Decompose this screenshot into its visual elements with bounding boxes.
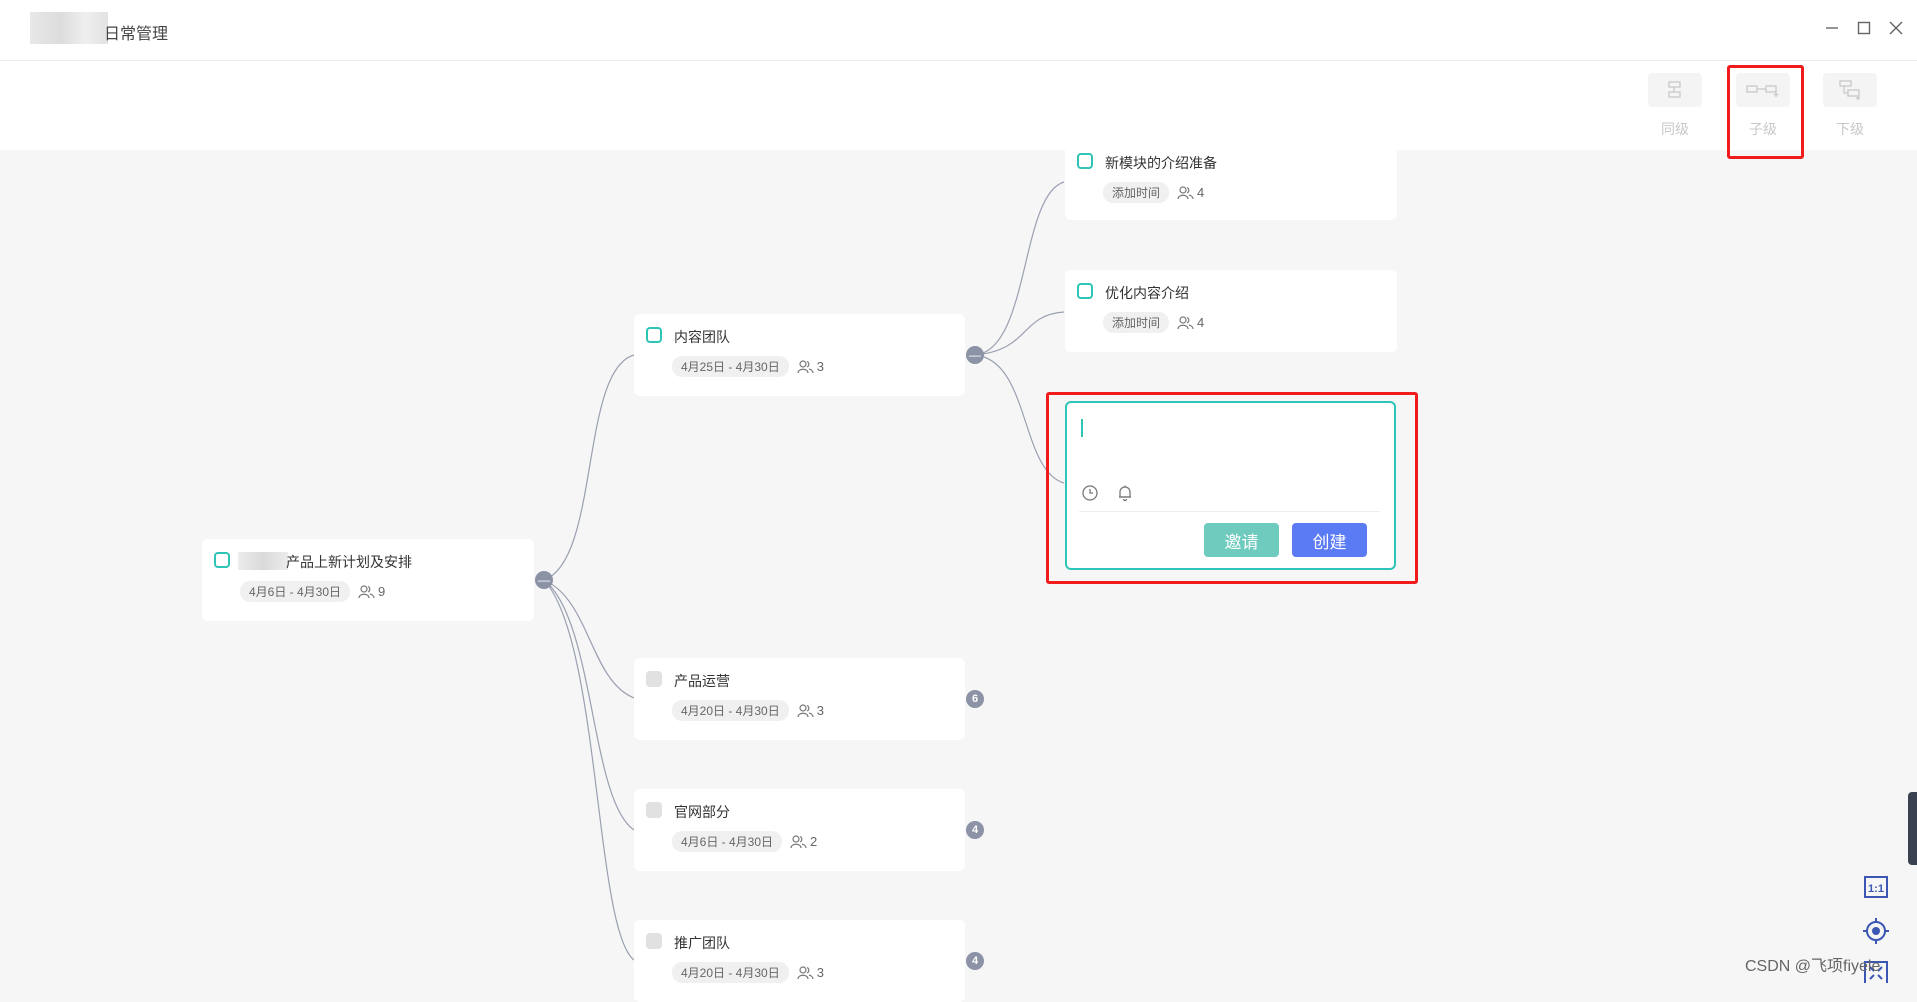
root-node[interactable]: 产品上新计划及安排 4月6日 - 4月30日 9 (202, 539, 534, 621)
children-count-badge[interactable]: 6 (966, 690, 984, 708)
svg-text:1:1: 1:1 (1868, 883, 1884, 895)
branch-meta: 4月20日 - 4月30日 3 (672, 700, 824, 721)
branch-checkbox[interactable] (646, 671, 662, 687)
date-range[interactable]: 4月20日 - 4月30日 (672, 700, 789, 721)
children-count-badge[interactable]: 4 (966, 821, 984, 839)
root-meta: 4月6日 - 4月30日 9 (240, 581, 385, 602)
members-count[interactable]: 2 (790, 834, 817, 849)
editor-divider (1079, 511, 1380, 512)
clock-icon[interactable] (1081, 484, 1099, 507)
members-count[interactable]: 4 (1177, 315, 1204, 330)
people-icon (797, 359, 814, 373)
branch-node-product-ops[interactable]: 产品运营 4月20日 - 4月30日 3 (634, 658, 965, 740)
side-panel-handle[interactable] (1908, 792, 1917, 865)
branch-checkbox[interactable] (646, 802, 662, 818)
branch-title: 产品运营 (674, 673, 730, 689)
root-checkbox[interactable] (214, 552, 230, 568)
members-count[interactable]: 4 (1177, 185, 1204, 200)
members-count[interactable]: 3 (797, 965, 824, 980)
branch-title: 官网部分 (674, 804, 730, 820)
people-icon (358, 584, 375, 598)
date-range[interactable]: 4月25日 - 4月30日 (672, 356, 789, 377)
fit-ratio-icon[interactable]: 1:1 (1862, 873, 1890, 901)
subtask-node-new-module[interactable]: 新模块的介绍准备 添加时间 4 (1065, 140, 1397, 220)
subtask-node-optimize[interactable]: 优化内容介绍 添加时间 4 (1065, 270, 1397, 352)
add-time-button[interactable]: 添加时间 (1103, 312, 1170, 333)
people-icon (797, 965, 814, 979)
subtask-meta: 添加时间 4 (1103, 312, 1204, 333)
date-range[interactable]: 4月6日 - 4月30日 (672, 831, 783, 852)
subtask-checkbox[interactable] (1077, 283, 1093, 299)
subtask-checkbox[interactable] (1077, 153, 1093, 169)
children-count-badge[interactable]: 4 (966, 952, 984, 970)
watermark: CSDN @飞项fiyele (1745, 958, 1881, 975)
bell-icon[interactable] (1116, 484, 1134, 507)
members-count[interactable]: 9 (358, 584, 385, 599)
locate-icon[interactable] (1862, 917, 1890, 945)
text-caret (1081, 419, 1083, 437)
branch-meta: 4月20日 - 4月30日 3 (672, 962, 824, 983)
members-number: 4 (1197, 185, 1205, 200)
root-collapse-button[interactable]: — (535, 571, 553, 589)
add-time-button[interactable]: 添加时间 (1103, 182, 1170, 203)
members-number: 3 (816, 965, 824, 980)
branch-meta: 4月6日 - 4月30日 2 (672, 831, 817, 852)
subtask-meta: 添加时间 4 (1103, 182, 1204, 203)
date-range[interactable]: 4月20日 - 4月30日 (672, 962, 789, 983)
members-number: 2 (810, 834, 818, 849)
members-count[interactable]: 3 (797, 703, 824, 718)
root-title: 产品上新计划及安排 (286, 554, 412, 570)
members-number: 9 (378, 584, 386, 599)
people-icon (790, 834, 807, 848)
people-icon (1177, 315, 1194, 329)
invite-button[interactable]: 邀请 (1204, 523, 1279, 557)
people-icon (797, 703, 814, 717)
branch-checkbox[interactable] (646, 327, 662, 343)
members-count[interactable]: 3 (797, 359, 824, 374)
blurred-prefix (238, 552, 288, 570)
branch-node-website[interactable]: 官网部分 4月6日 - 4月30日 2 (634, 789, 965, 871)
date-range[interactable]: 4月6日 - 4月30日 (240, 581, 351, 602)
members-number: 3 (816, 703, 824, 718)
task-title-input[interactable] (1079, 417, 1379, 465)
create-button[interactable]: 创建 (1292, 523, 1367, 557)
members-number: 4 (1197, 315, 1205, 330)
branch-checkbox[interactable] (646, 933, 662, 949)
people-icon (1177, 185, 1194, 199)
branch-meta: 4月25日 - 4月30日 3 (672, 356, 824, 377)
branch-collapse-button[interactable]: — (966, 346, 984, 364)
branch-node-content-team[interactable]: 内容团队 4月25日 - 4月30日 3 (634, 314, 965, 396)
branch-node-promotion[interactable]: 推广团队 4月20日 - 4月30日 3 (634, 920, 965, 1002)
new-child-editor: 邀请 创建 (1065, 401, 1396, 570)
branch-title: 推广团队 (674, 935, 730, 951)
branch-title: 内容团队 (674, 329, 730, 345)
members-number: 3 (816, 359, 824, 374)
subtask-title: 新模块的介绍准备 (1105, 155, 1217, 171)
subtask-title: 优化内容介绍 (1105, 285, 1189, 301)
